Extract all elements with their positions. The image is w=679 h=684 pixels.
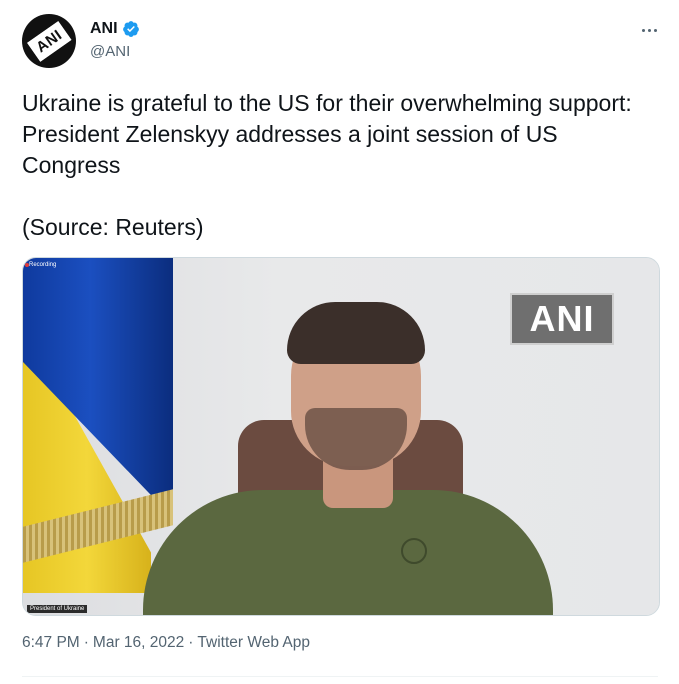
watermark-text: ANI xyxy=(529,298,595,339)
video-name-tag: President of Ukraine xyxy=(27,605,88,613)
tweet-text: Ukraine is grateful to the US for their … xyxy=(22,90,632,240)
tweet-header: ANI ANI @ANI xyxy=(22,14,662,70)
more-options-icon[interactable] xyxy=(638,20,660,40)
author-info: ANI @ANI xyxy=(90,19,140,60)
verified-badge-icon xyxy=(122,20,140,38)
person-hair xyxy=(287,302,425,364)
avatar-logo: ANI xyxy=(25,17,73,66)
avatar-logo-text: ANI xyxy=(27,20,71,62)
tweet-media-video[interactable]: ANI Recording President of Ukraine xyxy=(22,257,660,616)
tweet-meta: 6:47 PM · Mar 16, 2022 · Twitter Web App xyxy=(22,634,310,652)
name-row: ANI xyxy=(90,19,140,39)
recording-label: Recording xyxy=(29,262,57,268)
display-name[interactable]: ANI xyxy=(90,20,118,38)
avatar[interactable]: ANI xyxy=(22,14,76,68)
tweet-time[interactable]: 6:47 PM xyxy=(22,634,80,652)
tweet-date[interactable]: Mar 16, 2022 xyxy=(93,634,184,652)
meta-separator: · xyxy=(83,634,89,651)
divider xyxy=(22,676,658,677)
meta-separator: · xyxy=(188,634,194,651)
shirt-emblem xyxy=(401,538,427,564)
author-handle[interactable]: @ANI xyxy=(90,43,140,60)
tweet-source[interactable]: Twitter Web App xyxy=(197,634,310,652)
person-shirt xyxy=(143,490,553,615)
ani-watermark: ANI xyxy=(510,293,614,345)
